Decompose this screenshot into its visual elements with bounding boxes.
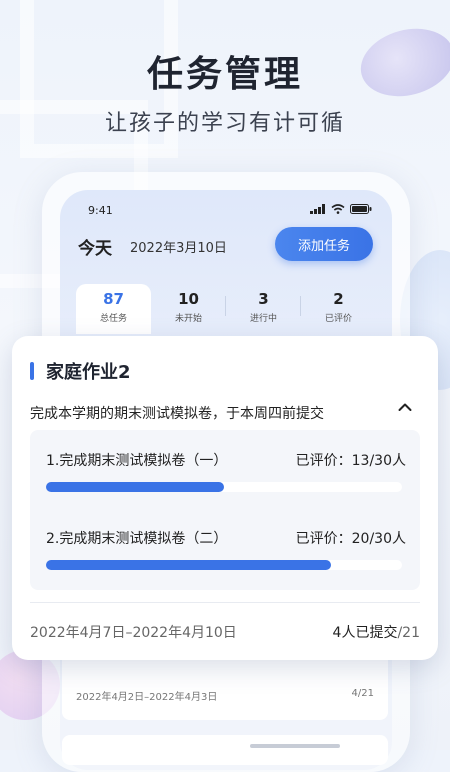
- progress-fill: [46, 482, 224, 492]
- task-description: 完成本学期的期末测试模拟卷，于本周四前提交: [30, 406, 324, 422]
- stat-total[interactable]: 87 总任务: [76, 284, 151, 334]
- stat-value: 87: [103, 290, 124, 308]
- stat-value: 3: [258, 290, 269, 308]
- subtask-name: 2.完成期末测试模拟卷（二）: [46, 531, 228, 547]
- submission-total: /21: [397, 625, 420, 641]
- add-task-button[interactable]: 添加任务: [275, 227, 373, 261]
- next-task-card-2[interactable]: [62, 735, 388, 765]
- stat-value: 2: [333, 290, 344, 308]
- subtask-evaluated: 已评价：13/30人: [295, 453, 406, 469]
- page-title: 任务管理: [146, 54, 303, 95]
- status-icons: [310, 204, 372, 214]
- progress-fill: [46, 560, 331, 570]
- progress-track: [46, 482, 402, 492]
- next-task-count: 4/21: [352, 688, 374, 699]
- today-label: 今天: [78, 239, 112, 259]
- subtask-evaluated: 已评价：20/30人: [295, 531, 406, 547]
- current-date: 2022年3月10日: [130, 241, 227, 256]
- task-title: 家庭作业2: [30, 358, 131, 384]
- stat-label: 总任务: [99, 314, 127, 324]
- stat-in-progress[interactable]: 3 进行中: [226, 284, 301, 334]
- status-time: 9:41: [88, 204, 113, 217]
- card-divider: [30, 602, 420, 603]
- stat-label: 进行中: [249, 314, 277, 324]
- submitted-count: 4人已提交: [332, 625, 398, 641]
- title-accent-bar: [30, 362, 34, 380]
- subtask-name: 1.完成期末测试模拟卷（一）: [46, 453, 228, 469]
- page-subtitle: 让孩子的学习有计可循: [104, 111, 345, 136]
- next-task-date-range: 2022年4月2日–2022年4月3日: [76, 692, 218, 703]
- stat-label: 已评价: [324, 314, 352, 324]
- home-indicator: [250, 744, 340, 748]
- task-title-text: 家庭作业2: [46, 362, 131, 383]
- wifi-icon: [331, 204, 345, 214]
- stat-label: 未开始: [174, 314, 202, 324]
- task-detail-card[interactable]: 家庭作业2 完成本学期的期末测试模拟卷，于本周四前提交 1.完成期末测试模拟卷（…: [12, 336, 438, 660]
- next-task-total: /21: [357, 688, 374, 699]
- stats-tabs: 87 总任务 10 未开始 3 进行中 2 已评价: [76, 284, 376, 334]
- stat-evaluated[interactable]: 2 已评价: [301, 284, 376, 334]
- stat-value: 10: [178, 290, 199, 308]
- subtask-list: 1.完成期末测试模拟卷（一） 已评价：13/30人 2.完成期末测试模拟卷（二）…: [30, 430, 420, 590]
- submission-count: 4人已提交/21: [333, 622, 420, 642]
- battery-icon: [350, 204, 372, 214]
- stat-not-started[interactable]: 10 未开始: [151, 284, 226, 334]
- task-date-range: 2022年4月7日–2022年4月10日: [30, 625, 237, 641]
- progress-track: [46, 560, 402, 570]
- signal-icon: [310, 204, 325, 214]
- chevron-up-icon[interactable]: [398, 402, 412, 412]
